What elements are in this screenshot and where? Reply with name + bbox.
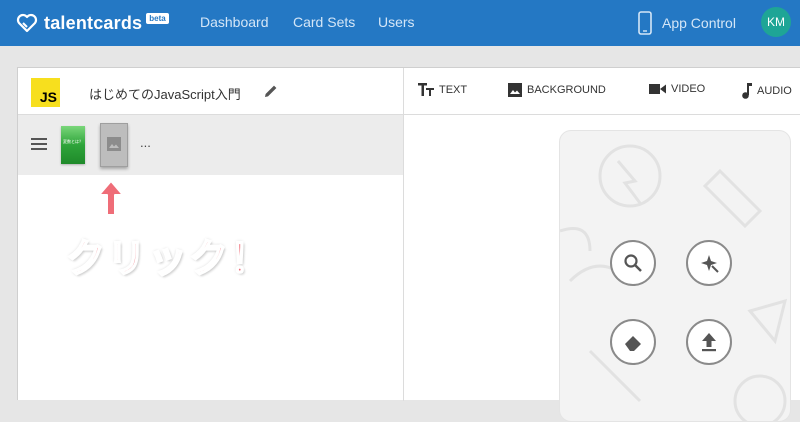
upload-icon — [702, 333, 716, 352]
search-icon — [624, 254, 642, 272]
top-nav-bar: talentcards beta Dashboard Card Sets Use… — [0, 0, 800, 46]
set-title: はじめてのJavaScript入門 — [89, 87, 241, 102]
decorative-background-pattern — [560, 144, 788, 421]
nav-dashboard[interactable]: Dashboard — [200, 14, 269, 30]
card-strip: 変数とは？ ... — [18, 115, 403, 175]
magic-button[interactable] — [686, 240, 732, 286]
js-logo: JS — [31, 78, 60, 107]
upload-button[interactable] — [686, 319, 732, 365]
brand-name: talentcards — [44, 12, 143, 33]
nav-users[interactable]: Users — [378, 14, 415, 30]
card-toolbar: TEXT BACKGROUND VIDEO AUDIO — [404, 68, 800, 115]
video-tool-button[interactable]: VIDEO — [649, 83, 705, 95]
panel-divider — [403, 68, 404, 401]
text-tool-button[interactable]: TEXT — [418, 83, 467, 96]
music-note-icon — [742, 83, 752, 99]
audio-tool-label: AUDIO — [757, 85, 792, 97]
text-tool-label: TEXT — [439, 83, 468, 96]
phone-icon — [638, 11, 652, 35]
audio-tool-button[interactable]: AUDIO — [742, 83, 792, 99]
app-control-link[interactable]: App Control — [638, 10, 736, 36]
app-control-label: App Control — [662, 15, 736, 31]
search-image-button[interactable] — [610, 240, 656, 286]
menu-icon[interactable] — [31, 137, 47, 155]
image-icon — [107, 137, 121, 151]
card-thumbnail-new[interactable] — [100, 123, 128, 167]
set-header: JS はじめてのJavaScript入門 — [18, 68, 403, 115]
annotation-arrow — [96, 178, 126, 223]
pencil-icon[interactable] — [263, 83, 279, 104]
background-tool-label: BACKGROUND — [527, 84, 606, 96]
heart-logo-icon — [16, 12, 38, 34]
annotation-click-text: クリック！ — [65, 237, 272, 282]
video-tool-label: VIDEO — [671, 83, 706, 95]
nav-card-sets[interactable]: Card Sets — [293, 14, 355, 30]
beta-badge: beta — [146, 12, 169, 24]
card-preview — [559, 130, 791, 422]
more-indicator: ... — [140, 135, 151, 150]
text-icon — [418, 83, 434, 96]
avatar[interactable]: KM — [761, 7, 791, 37]
card-thumbnail-1[interactable]: 変数とは？ — [61, 126, 85, 164]
brand[interactable]: talentcards beta — [16, 9, 169, 37]
video-camera-icon — [649, 84, 666, 94]
image-icon — [508, 83, 522, 97]
background-tool-button[interactable]: BACKGROUND — [508, 83, 606, 97]
eraser-icon — [625, 336, 641, 351]
card-thumbnail-1-text: 変数とは？ — [63, 139, 83, 144]
magic-icon — [701, 255, 719, 273]
eraser-button[interactable] — [610, 319, 656, 365]
